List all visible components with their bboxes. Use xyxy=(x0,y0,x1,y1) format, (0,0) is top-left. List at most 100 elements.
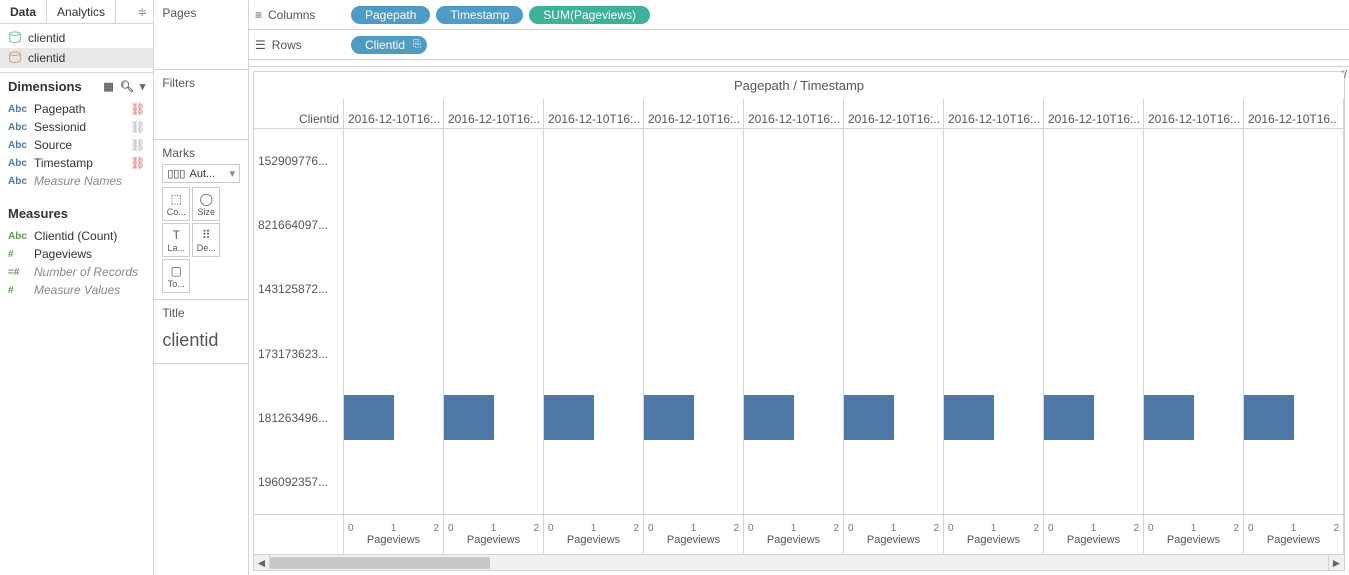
tab-analytics[interactable]: Analytics xyxy=(47,0,116,23)
measure-field[interactable]: # Pageviews xyxy=(0,245,153,263)
bar-mark[interactable] xyxy=(1044,395,1094,440)
bar-mark[interactable] xyxy=(644,395,694,440)
bar-mark[interactable] xyxy=(1144,395,1194,440)
grid-cell xyxy=(1244,129,1343,193)
database-icon xyxy=(8,31,22,45)
grid-column xyxy=(544,129,644,514)
horizontal-scrollbar[interactable]: ◄ ► xyxy=(254,554,1344,570)
mark-icon: T xyxy=(173,228,180,242)
mark-button[interactable]: TLa... xyxy=(162,223,190,257)
marks-grid: ⬚Co...◯SizeTLa...⠿De...▢To... xyxy=(162,187,240,293)
scroll-track[interactable] xyxy=(270,555,1328,570)
columns-shelf[interactable]: ≡ Columns PagepathTimestampSUM(Pageviews… xyxy=(249,0,1349,30)
bar-mark[interactable] xyxy=(344,395,394,440)
column-header[interactable]: 2016-12-10T16:.. xyxy=(944,99,1044,128)
grid-cell xyxy=(1144,450,1243,514)
bar-mark[interactable] xyxy=(1244,395,1294,440)
row-header[interactable]: 173173623... xyxy=(254,322,343,386)
field-label: Pageviews xyxy=(34,247,145,261)
axis-ticks: 012 xyxy=(644,523,743,534)
scroll-right-button[interactable]: ► xyxy=(1328,555,1344,571)
mark-button[interactable]: ⠿De... xyxy=(192,223,220,257)
row-header[interactable]: 196092357... xyxy=(254,450,343,514)
column-header[interactable]: 2016-12-10T16:.. xyxy=(744,99,844,128)
view-grid-icon[interactable]: ▦ xyxy=(103,80,113,93)
shelf-pill[interactable]: Clientid⎘ xyxy=(351,36,427,54)
data-source-item[interactable]: clientid xyxy=(0,48,153,68)
bar-mark[interactable] xyxy=(944,395,994,440)
title-card[interactable]: Title clientid xyxy=(154,300,248,364)
column-header[interactable]: 2016-12-10T16:.. xyxy=(644,99,744,128)
bar-mark[interactable] xyxy=(444,395,494,440)
grid-cell xyxy=(1144,193,1243,257)
grid-cell xyxy=(344,322,443,386)
pill-icon: ⎘ xyxy=(413,39,421,50)
column-header[interactable]: 2016-12-10T16:.. xyxy=(544,99,644,128)
row-header[interactable]: 152909776... xyxy=(254,129,343,193)
mark-button[interactable]: ▢To... xyxy=(162,259,190,293)
bar-mark[interactable] xyxy=(844,395,894,440)
filters-card[interactable]: Filters xyxy=(154,70,248,140)
grid-cell xyxy=(644,386,743,450)
axis-ticks: 012 xyxy=(1244,523,1343,534)
column-header[interactable]: 2016-12-10T16:.. xyxy=(1044,99,1144,128)
dimension-field[interactable]: Abc Timestamp ⛓︎ xyxy=(0,154,153,172)
mark-label: To... xyxy=(168,279,185,289)
rows-shelf[interactable]: ☰ Rows Clientid⎘ xyxy=(249,30,1349,60)
dimension-field[interactable]: Abc Source ⛓︎ xyxy=(0,136,153,154)
bar-mark[interactable] xyxy=(744,395,794,440)
column-header[interactable]: 2016-12-10T16:.. xyxy=(344,99,444,128)
data-source-item[interactable]: clientid xyxy=(0,28,153,48)
column-header[interactable]: 2016-12-10T16:.. xyxy=(444,99,544,128)
measure-field[interactable]: # Measure Values xyxy=(0,281,153,299)
axis-ticks: 012 xyxy=(1044,523,1143,534)
link-icon: ⛓︎ xyxy=(130,138,145,152)
column-header[interactable]: 2016-12-10T16:.. xyxy=(1144,99,1244,128)
grid-column xyxy=(944,129,1044,514)
scroll-left-button[interactable]: ◄ xyxy=(254,555,270,571)
row-header[interactable]: 821664097... xyxy=(254,193,343,257)
axis-row: 012Pageviews012Pageviews012Pageviews012P… xyxy=(254,514,1344,554)
grid-cell xyxy=(544,257,643,321)
tab-menu-icon[interactable]: ≑ xyxy=(116,0,153,23)
measure-field[interactable]: Abc Clientid (Count) xyxy=(0,227,153,245)
scroll-thumb[interactable] xyxy=(270,557,490,569)
grid-cell xyxy=(944,193,1043,257)
grid-column xyxy=(1144,129,1244,514)
dimension-field[interactable]: Abc Measure Names xyxy=(0,172,153,190)
mark-button[interactable]: ◯Size xyxy=(192,187,220,221)
source-label: clientid xyxy=(28,51,65,65)
search-icon[interactable]: 🔍︎ xyxy=(120,80,134,93)
shelf-pill[interactable]: Timestamp xyxy=(436,6,523,24)
grid-cell xyxy=(444,129,543,193)
grid-cell xyxy=(844,322,943,386)
marks-type-select[interactable]: ▯▯▯ Aut... ▾ xyxy=(162,164,240,183)
bar-mark[interactable] xyxy=(544,395,594,440)
tab-data[interactable]: Data xyxy=(0,0,47,23)
axis-column: 012Pageviews xyxy=(544,515,644,554)
grid-cell xyxy=(1144,129,1243,193)
grid-cell xyxy=(344,450,443,514)
app-root: Data Analytics ≑ clientid clientid Dimen… xyxy=(0,0,1349,575)
shelf-pill[interactable]: Pagepath xyxy=(351,6,430,24)
mark-button[interactable]: ⬚Co... xyxy=(162,187,190,221)
dropdown-icon[interactable]: ▾ xyxy=(140,80,146,93)
dimension-field[interactable]: Abc Pagepath ⛓︎ xyxy=(0,100,153,118)
grid-cell xyxy=(1244,322,1343,386)
measure-field[interactable]: =# Number of Records xyxy=(0,263,153,281)
link-icon: ⛓︎ xyxy=(130,102,145,116)
row-header[interactable]: 143125872... xyxy=(254,257,343,321)
column-header[interactable]: 2016-12-10T16:.. xyxy=(844,99,944,128)
columns-text: Columns xyxy=(268,8,315,22)
row-header[interactable]: 181263496... xyxy=(254,386,343,450)
pages-card[interactable]: Pages xyxy=(154,0,248,70)
field-type-icon: # xyxy=(8,249,28,260)
columns-area: 2016-12-10T16:..2016-12-10T16:..2016-12-… xyxy=(344,99,1344,514)
grid-cell xyxy=(344,257,443,321)
shelf-pill[interactable]: SUM(Pageviews) xyxy=(529,6,650,24)
grid-cell xyxy=(444,450,543,514)
grid-cell xyxy=(1044,257,1143,321)
dimension-field[interactable]: Abc Sessionid ⛓︎ xyxy=(0,118,153,136)
grid-body xyxy=(344,129,1344,514)
column-header[interactable]: 2016-12-10T16.. xyxy=(1244,99,1344,128)
